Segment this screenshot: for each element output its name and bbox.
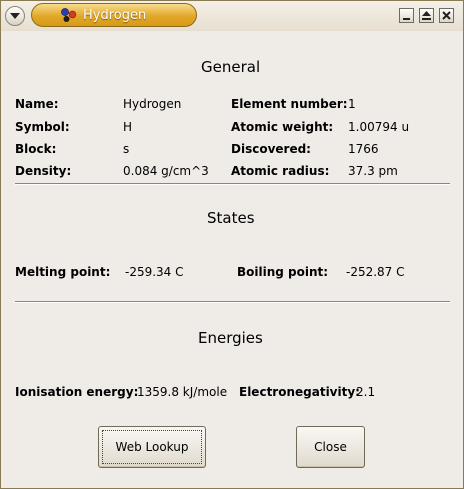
general-heading: General — [201, 58, 261, 76]
boiling-point-label: Boiling point: — [237, 265, 329, 279]
separator-general — [15, 183, 450, 185]
maximize-button[interactable] — [419, 8, 434, 23]
electronegativity-label: Electronegativity: — [239, 385, 360, 399]
window-title: Hydrogen — [83, 8, 147, 23]
close-label: Close — [314, 440, 347, 454]
symbol-label: Symbol: — [15, 120, 70, 134]
element-number-value: 1 — [348, 97, 356, 111]
close-button[interactable]: Close — [296, 426, 365, 468]
close-icon — [442, 11, 451, 20]
energies-heading: Energies — [198, 329, 263, 347]
atomic-radius-value: 37.3 pm — [348, 164, 398, 178]
block-label: Block: — [15, 142, 57, 156]
title-bar[interactable]: Hydrogen — [1, 1, 463, 31]
density-value: 0.084 g/cm^3 — [123, 164, 209, 178]
atomic-weight-value: 1.00794 u — [348, 120, 410, 134]
element-info-window: Hydrogen General Name: Hydrogen Element … — [0, 0, 464, 489]
web-lookup-label: Web Lookup — [115, 440, 189, 454]
element-number-label: Element number: — [231, 97, 348, 111]
block-value: s — [123, 142, 130, 156]
discovered-value: 1766 — [348, 142, 379, 156]
electronegativity-value: 2.1 — [356, 385, 376, 399]
close-window-button[interactable] — [439, 8, 454, 23]
density-label: Density: — [15, 164, 72, 178]
ionisation-energy-value: 1359.8 kJ/mole — [137, 385, 228, 399]
name-value: Hydrogen — [123, 97, 182, 111]
chevron-down-icon — [10, 13, 20, 19]
ionisation-energy-label: Ionisation energy: — [15, 385, 139, 399]
symbol-value: H — [123, 120, 133, 134]
minimize-icon — [403, 18, 410, 20]
atomic-weight-label: Atomic weight: — [231, 120, 334, 134]
boiling-point-value: -252.87 C — [346, 265, 405, 279]
molecule-icon — [61, 8, 77, 22]
maximize-icon — [422, 11, 431, 20]
atomic-radius-label: Atomic radius: — [231, 164, 330, 178]
web-lookup-button[interactable]: Web Lookup — [98, 426, 206, 468]
minimize-button[interactable] — [399, 8, 414, 23]
melting-point-value: -259.34 C — [125, 265, 184, 279]
window-menu-button[interactable] — [5, 6, 25, 26]
states-heading: States — [207, 209, 255, 227]
melting-point-label: Melting point: — [15, 265, 111, 279]
separator-states — [15, 301, 450, 303]
title-tab[interactable]: Hydrogen — [31, 3, 197, 27]
discovered-label: Discovered: — [231, 142, 311, 156]
name-label: Name: — [15, 97, 59, 111]
